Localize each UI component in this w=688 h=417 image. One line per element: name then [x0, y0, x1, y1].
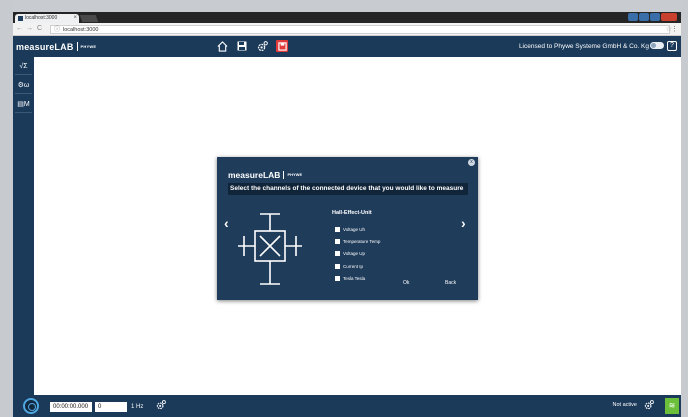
export-icon[interactable]: [276, 40, 288, 52]
site-info-icon[interactable]: ⓘ: [54, 26, 60, 34]
app-logo: measureLAB PHYWE: [16, 42, 96, 52]
device-settings-icon[interactable]: [256, 40, 268, 52]
device-name: Hall-Effect-Unit: [332, 210, 372, 216]
record-button[interactable]: [23, 398, 39, 414]
channel-checkbox[interactable]: [335, 251, 340, 257]
measurement-settings-icon[interactable]: [156, 400, 166, 413]
channel-list: Voltage Uh Temperature Temp Voltage Up C…: [335, 223, 380, 284]
device-icon: [235, 204, 305, 296]
license-text: Licensed to Phywe Systeme GmbH & Co. Kg: [518, 43, 649, 50]
sidebar-item-settings[interactable]: ⚙ω: [15, 77, 32, 94]
forward-arrow-icon[interactable]: →: [26, 25, 33, 33]
ok-button[interactable]: Ok: [403, 280, 409, 286]
tab-close-icon[interactable]: ×: [73, 14, 77, 23]
channel-label: Temperature Temp: [343, 238, 381, 244]
channel-item[interactable]: Voltage Up: [335, 248, 380, 260]
left-margin: [0, 0, 13, 417]
logo-separator: [76, 42, 78, 51]
window-close-button[interactable]: [661, 13, 677, 21]
device-status-icon[interactable]: [644, 400, 654, 413]
save-icon[interactable]: [236, 40, 248, 52]
status-text: Not active: [612, 402, 637, 408]
window-minimize-button[interactable]: [639, 13, 649, 21]
channel-item[interactable]: Voltage Uh: [335, 223, 380, 235]
channel-label: Voltage Uh: [343, 226, 366, 232]
next-device-icon[interactable]: ›: [461, 215, 466, 231]
favicon-icon: [18, 16, 23, 21]
channel-checkbox[interactable]: [335, 238, 340, 244]
channel-label: Tesla Tesla: [343, 275, 366, 281]
url-text: localhost:3000: [63, 27, 99, 33]
channel-checkbox[interactable]: [335, 263, 340, 269]
right-margin: [681, 0, 688, 417]
browser-tab-title: localhost:3000: [25, 15, 58, 21]
back-arrow-icon[interactable]: ←: [16, 25, 23, 33]
dialog-title: Select the channels of the connected dev…: [228, 183, 468, 195]
dialog-logo-brand: PHYWE: [287, 172, 303, 177]
app-footer: 00:00:00.000 0 1 Hz Not active ≋: [13, 395, 681, 417]
channel-item[interactable]: Tesla Tesla: [335, 272, 380, 284]
window-controls: [628, 13, 677, 21]
back-button[interactable]: Back: [445, 280, 456, 286]
app-logo-brand: PHYWE: [80, 44, 97, 49]
mode-toggle[interactable]: [650, 42, 664, 49]
left-sidebar: √Σ ⚙ω ▤M: [13, 57, 34, 395]
dialog-logo: measureLAB PHYWE: [228, 170, 302, 180]
layers-icon[interactable]: ≋: [665, 398, 679, 414]
browser-tab-strip: localhost:3000 ×: [13, 12, 681, 23]
dialog-close-icon[interactable]: x: [468, 159, 475, 166]
browser-tab[interactable]: localhost:3000 ×: [15, 14, 79, 23]
reload-icon[interactable]: C: [37, 25, 42, 33]
browser-menu-icon[interactable]: ⋮: [671, 25, 678, 33]
app-logo-text: measureLAB: [16, 42, 74, 52]
sample-rate-label[interactable]: 1 Hz: [131, 404, 143, 410]
channel-label: Voltage Up: [343, 251, 366, 257]
channel-item[interactable]: Temperature Temp: [335, 235, 380, 247]
time-field[interactable]: 00:00:00.000: [50, 402, 92, 412]
home-icon[interactable]: [216, 40, 228, 52]
screenshot-frame: localhost:3000 × ← → C ⓘ localhost:3000 …: [0, 0, 688, 417]
channel-select-dialog: x measureLAB PHYWE Select the channels of…: [217, 157, 478, 300]
window-maximize-button[interactable]: [650, 13, 660, 21]
browser-address-bar: ← → C ⓘ localhost:3000 ☆ ⋮: [13, 23, 681, 36]
help-icon[interactable]: ?: [667, 41, 677, 51]
app-header: measureLAB PHYWE Licensed to Phywe System…: [13, 36, 681, 57]
dialog-logo-text: measureLAB: [228, 170, 281, 180]
channel-item[interactable]: Current Ip: [335, 260, 380, 272]
channel-checkbox[interactable]: [335, 226, 340, 232]
dialog-logo-separator: [283, 171, 285, 179]
value-field[interactable]: 0: [95, 402, 127, 412]
sidebar-item-formula[interactable]: √Σ: [15, 58, 32, 75]
header-toolbar: [216, 40, 288, 52]
channel-label: Current Ip: [343, 263, 364, 269]
url-input[interactable]: ⓘ localhost:3000: [50, 25, 670, 34]
window-user-button[interactable]: [628, 13, 638, 21]
new-tab-button[interactable]: [79, 15, 99, 22]
channel-checkbox[interactable]: [335, 275, 340, 281]
previous-device-icon[interactable]: ‹: [224, 215, 229, 231]
sidebar-item-table[interactable]: ▤M: [15, 96, 32, 113]
